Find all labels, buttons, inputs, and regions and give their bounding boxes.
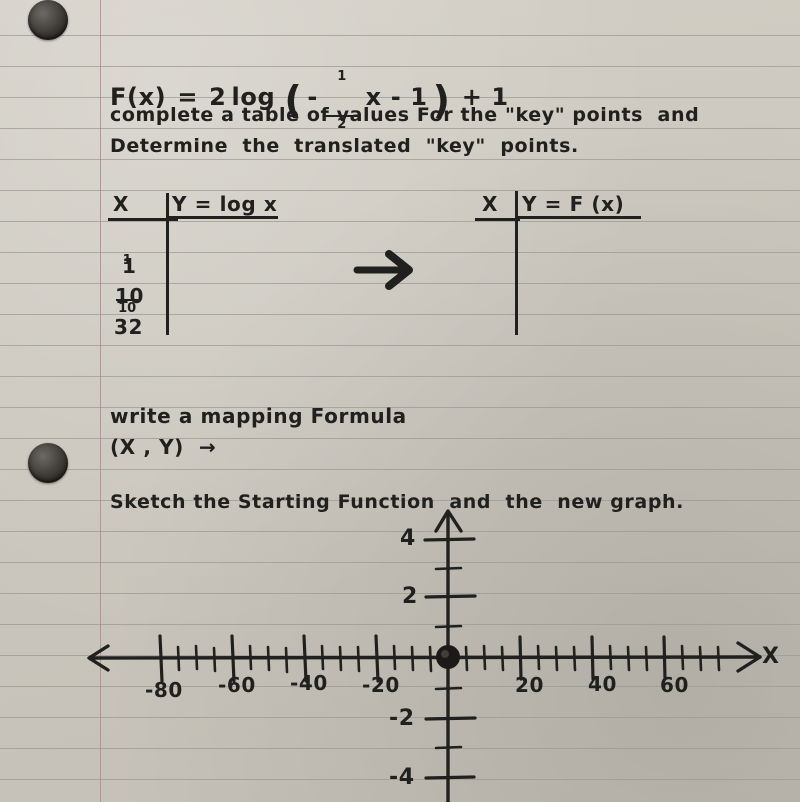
x-tick-label--80: -80 <box>145 678 183 702</box>
table-right-header-underline-right <box>516 216 641 219</box>
coordinate-graph <box>87 509 762 802</box>
mapping-line-2: (X , Y) → <box>110 435 217 459</box>
table-right-header-x: X <box>482 192 499 216</box>
table-left-header-y: Y = log x <box>172 192 278 216</box>
mapping-line-1: write a mapping Formula <box>110 404 407 428</box>
table-right-header-underline <box>475 218 520 221</box>
y-tick-label-2: 2 <box>402 584 418 609</box>
ruled-line <box>0 469 800 470</box>
arrow-between-tables-icon <box>353 250 413 290</box>
table-left-header-underline-right <box>168 216 278 219</box>
fraction-numerator: 1 <box>337 69 347 84</box>
table-right-vertical-divider <box>515 191 518 335</box>
x-tick-label-60: 60 <box>660 673 690 697</box>
x-tick-label--60: -60 <box>218 673 256 697</box>
worksheet-page: F(x) = 2 log ( - 1 2 x - 1 ) + 1 complet… <box>0 0 800 802</box>
y-tick-label--4: -4 <box>389 765 415 790</box>
y-tick-label-4: 4 <box>400 526 416 551</box>
ruled-line <box>0 35 800 36</box>
x-tick-label-40: 40 <box>588 672 618 696</box>
table-left-cell-x-2: 10 <box>115 284 145 308</box>
ruled-line <box>0 376 800 377</box>
x-tick-label--40: -40 <box>290 671 328 695</box>
hole-punch-top <box>28 0 68 40</box>
ruled-line <box>0 190 800 191</box>
instruction-line-1: complete a table of values For the "key"… <box>110 104 700 126</box>
table-left-vertical-divider <box>166 193 169 335</box>
instruction-line-2: Determine the translated "key" points. <box>110 135 579 157</box>
origin-dot <box>436 645 460 669</box>
table-right-header-y: Y = F (x) <box>522 192 625 216</box>
table-left-header-x: X <box>113 192 130 216</box>
x-axis-label: X <box>762 644 780 669</box>
hole-punch-middle <box>28 443 68 483</box>
x-tick-label--20: -20 <box>362 673 400 697</box>
table-left-cell-x-3: 32 <box>114 315 144 339</box>
y-tick-label--2: -2 <box>389 706 415 731</box>
table-left-cell-x-1: 1 <box>122 254 137 278</box>
x-tick-label-20: 20 <box>515 673 545 697</box>
